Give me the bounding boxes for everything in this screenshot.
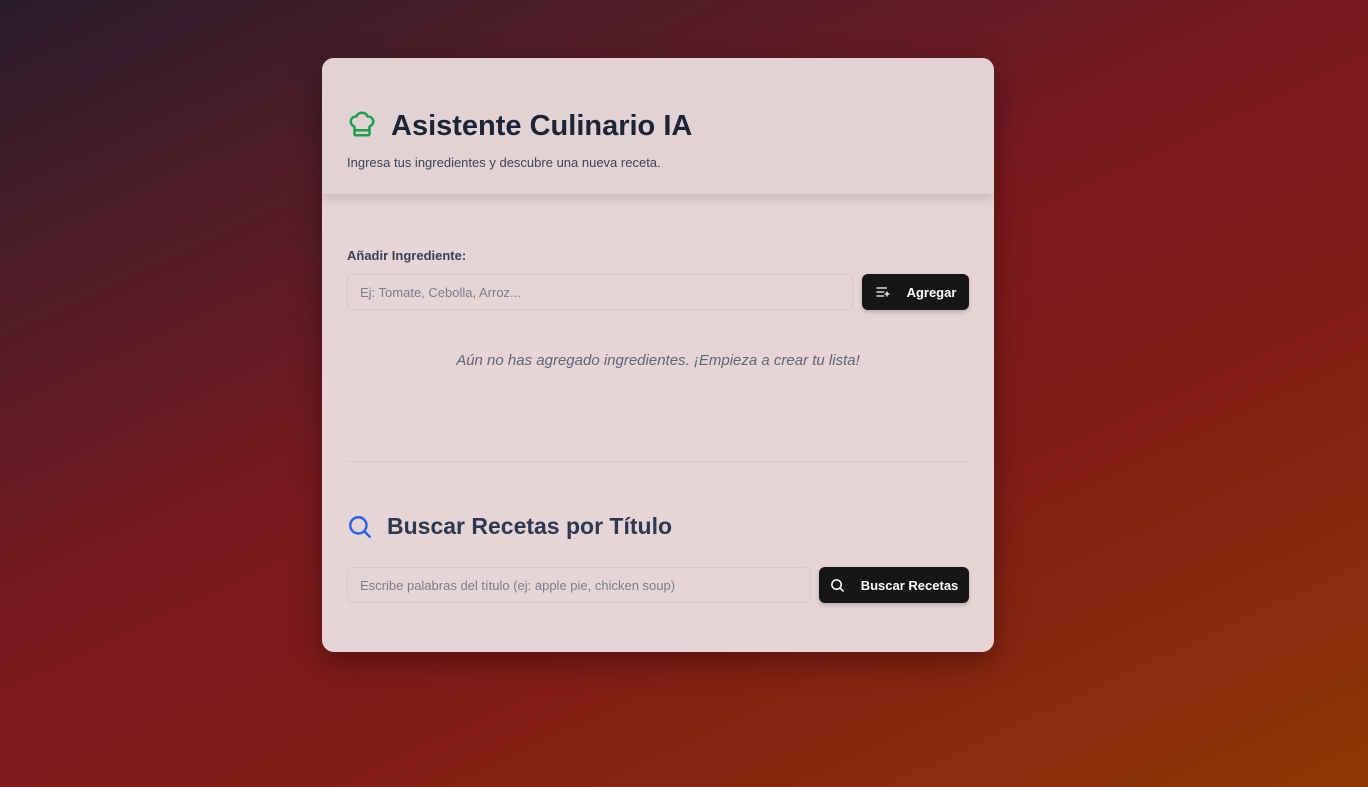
ingredient-label: Añadir Ingrediente: <box>347 248 467 263</box>
search-section-heading: Buscar Recetas por Título <box>347 513 672 540</box>
main-card: Asistente Culinario IA Ingresa tus ingre… <box>322 58 994 652</box>
search-input[interactable] <box>347 567 811 603</box>
empty-ingredients-message: Aún no has agregado ingredientes. ¡Empie… <box>456 352 860 369</box>
page-title: Asistente Culinario IA <box>391 110 693 142</box>
search-icon <box>830 578 844 592</box>
add-ingredient-button[interactable]: Agregar <box>862 274 969 310</box>
search-recipes-button[interactable]: Buscar Recetas <box>819 567 969 603</box>
page-subtitle: Ingresa tus ingredientes y descubre una … <box>347 155 661 170</box>
chef-hat-icon <box>347 109 391 144</box>
title-row: Asistente Culinario IA <box>347 108 692 144</box>
ingredient-input[interactable] <box>347 274 853 310</box>
search-button-label: Buscar Recetas <box>860 577 959 593</box>
add-button-label: Agregar <box>906 284 957 300</box>
card-header: Asistente Culinario IA Ingresa tus ingre… <box>322 58 994 195</box>
search-icon <box>349 515 371 538</box>
section-divider <box>347 461 969 462</box>
search-title: Buscar Recetas por Título <box>387 513 673 539</box>
list-add-icon <box>875 287 890 297</box>
